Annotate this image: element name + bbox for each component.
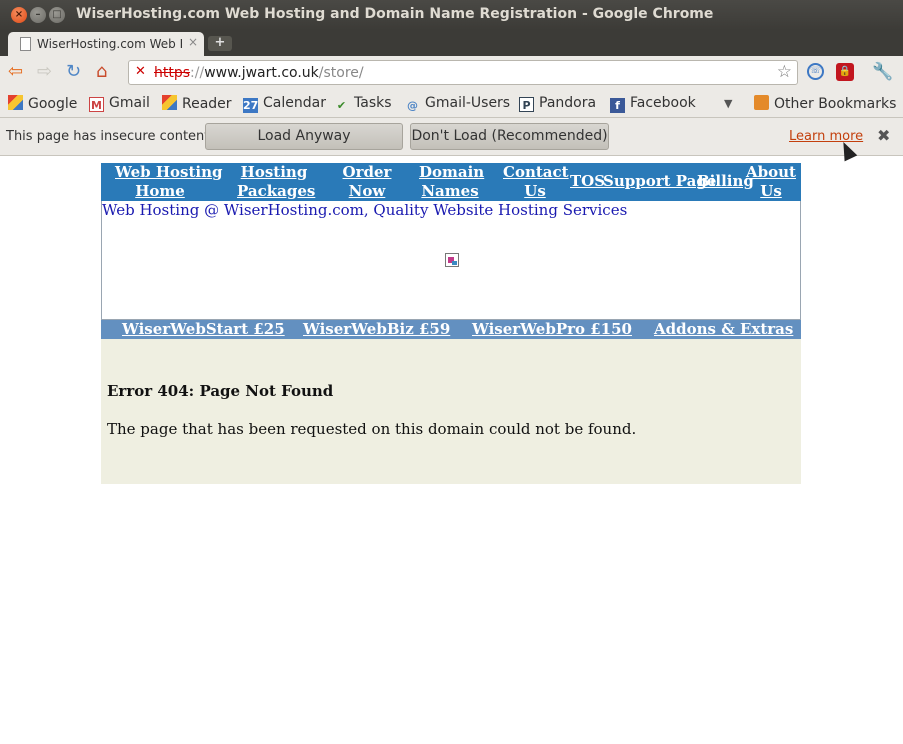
nav-line2: Now [348,182,386,200]
nav-line2: Us [524,182,546,200]
bookmark-label: Google [28,96,78,112]
site-top-nav: Web Hosting Home Hosting Packages Order Now… [101,163,801,201]
tab-active[interactable]: WiserHosting.com Web Ho × [8,32,204,56]
bookmark-gmail[interactable]: M Gmail [89,95,150,112]
facebook-icon: f [610,98,625,113]
url-separator: :// [190,65,205,81]
reload-button[interactable]: ↻ [66,62,81,82]
bookmark-label: Pandora [539,95,597,111]
other-bookmarks-label: Other Bookmarks [774,96,897,112]
address-bar[interactable]: ✕ https://www.jwart.co.uk/store/ ☆ [128,60,798,85]
chevron-down-icon[interactable]: ▼ [724,97,732,110]
window-close-button[interactable]: × [11,7,27,23]
tab-title: WiserHosting.com Web Ho [37,37,182,51]
nav-line1: Web Hosting [115,163,223,181]
bookmarks-bar: Google M Gmail Reader 27 Calendar ✔ Tasks @… [0,90,903,118]
gmail-icon: M [89,97,104,112]
nav-tos[interactable]: TOS [570,172,605,191]
url-scheme: https [154,65,191,81]
other-bookmarks[interactable]: Other Bookmarks [754,95,896,112]
banner: Web Hosting @ WiserHosting.com, Quality … [101,201,801,320]
bookmark-label: Facebook [630,95,696,111]
error-message: The page that has been requested on this… [107,420,637,438]
plan-wiserwebbiz[interactable]: WiserWebBiz £59 [303,320,450,338]
home-button[interactable]: ⌂ [96,62,107,82]
google-icon [8,95,23,110]
nav-contact-us[interactable]: Contact Us [503,163,569,201]
bookmark-facebook[interactable]: f Facebook [610,95,696,113]
nav-about-us[interactable]: About Us [745,163,797,201]
nav-hosting-packages[interactable]: Hosting Packages [237,163,315,201]
bookmark-calendar[interactable]: 27 Calendar [243,95,326,113]
window-maximize-button[interactable]: □ [49,7,65,23]
back-button[interactable]: ⇦ [8,62,23,82]
pandora-icon: P [519,97,534,112]
nav-line1: Order [342,163,392,181]
window-minimize-button[interactable]: – [30,7,46,23]
url-host: www.jwart.co.uk [204,65,319,81]
nav-line2: Names [421,182,479,200]
wrench-menu-icon[interactable]: 🔧 [872,62,893,82]
extension-phone-icon[interactable]: ☏ [807,63,824,80]
insecure-lock-icon[interactable]: ✕ [135,64,146,79]
bookmark-label: Calendar [263,95,326,111]
forward-button[interactable]: ⇨ [37,62,52,82]
broken-image-icon [445,253,459,267]
bookmark-label: Tasks [354,95,392,111]
bookmark-label: Reader [182,96,232,112]
infobar-message: This page has insecure content. [6,129,214,144]
nav-line1: About [746,163,796,181]
new-tab-button[interactable]: + [208,36,232,51]
dont-load-button[interactable]: Don't Load (Recommended) [410,123,609,150]
plan-wiserwebpro[interactable]: WiserWebPro £150 [472,320,632,338]
nav-line2: Packages [237,182,316,200]
window-title: WiserHosting.com Web Hosting and Domain … [76,6,714,22]
bookmark-pandora[interactable]: P Pandora [519,95,596,112]
bookmark-star-icon[interactable]: ☆ [777,62,792,82]
bookmark-gmail-users[interactable]: @ Gmail-Users [405,95,510,113]
plans-nav: WiserWebStart £25 WiserWebBiz £59 WiserW… [101,320,801,339]
nav-order-now[interactable]: Order Now [341,163,393,201]
learn-more-link[interactable]: Learn more [789,129,863,144]
bookmark-reader[interactable]: Reader [162,95,232,112]
error-title: Error 404: Page Not Found [107,382,334,400]
nav-web-hosting-home[interactable]: Web Hosting Home [115,163,223,201]
page-icon [20,37,31,51]
tab-close-icon[interactable]: × [188,35,198,49]
tab-strip: WiserHosting.com Web Ho × + [0,30,903,56]
calendar-icon: 27 [243,98,259,113]
url-text[interactable]: https://www.jwart.co.uk/store/ [154,65,364,81]
bookmark-label: Gmail-Users [425,95,511,111]
nav-line2: Home [135,182,185,200]
insecure-content-infobar: This page has insecure content. Load Any… [0,118,903,156]
plan-wiserwebstart[interactable]: WiserWebStart £25 [122,320,285,338]
plan-addons-extras[interactable]: Addons & Extras [654,320,793,338]
tasks-icon: ✔ [336,99,347,112]
bookmark-label: Gmail [109,95,150,111]
nav-line1: Domain [419,163,485,181]
nav-domain-names[interactable]: Domain Names [419,163,485,201]
gmail-users-icon: @ [407,99,418,112]
page-viewport: Web Hosting Home Hosting Packages Order Now… [0,156,903,744]
nav-line1: Contact [503,163,569,181]
url-path: /store/ [318,65,364,81]
bookmark-google[interactable]: Google [8,95,77,112]
error-content: Error 404: Page Not Found The page that … [101,339,801,484]
bookmark-tasks[interactable]: ✔ Tasks [334,95,392,113]
load-anyway-button[interactable]: Load Anyway [205,123,403,150]
banner-link[interactable]: Web Hosting @ WiserHosting.com, Quality … [102,201,627,219]
title-bar: × – □ WiserHosting.com Web Hosting and D… [0,0,903,30]
reader-icon [162,95,177,110]
browser-toolbar: ⇦ ⇨ ↻ ⌂ ✕ https://www.jwart.co.uk/store/… [0,56,903,90]
folder-icon [754,95,769,110]
extension-lastpass-icon[interactable]: 🔒 [836,63,854,81]
nav-line2: Us [760,182,782,200]
browser-window: × – □ WiserHosting.com Web Hosting and D… [0,0,903,744]
nav-line1: Hosting [240,163,308,181]
infobar-close-icon[interactable]: ✖ [877,126,890,145]
